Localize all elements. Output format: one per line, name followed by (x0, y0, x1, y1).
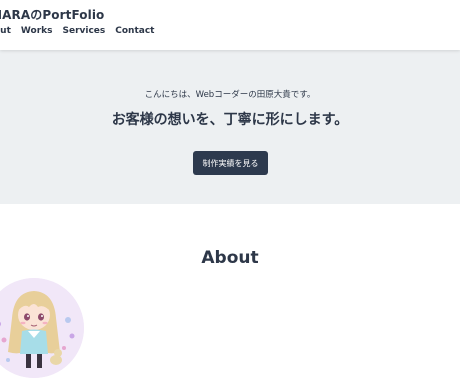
nav-link-works[interactable]: Works (21, 26, 53, 36)
view-works-button[interactable]: 制作実績を見る (193, 151, 268, 175)
nav-link-services[interactable]: Services (62, 26, 105, 36)
chibi-illustration (0, 278, 84, 378)
site-header: HARAのPortFolio out Works Services Contac… (0, 0, 460, 50)
site-logo[interactable]: HARAのPortFolio (0, 6, 104, 23)
nav-link-about[interactable]: out (0, 26, 11, 36)
hero-greeting: こんにちは、Webコーダーの田原大貴です。 (144, 90, 316, 100)
about-heading: About (201, 248, 259, 268)
main-nav: out Works Services Contact (0, 26, 154, 36)
profile-avatar (0, 278, 84, 378)
hero-section: こんにちは、Webコーダーの田原大貴です。 お客様の想いを、丁寧に形にします。 … (0, 50, 460, 204)
nav-link-contact[interactable]: Contact (115, 26, 154, 36)
hero-title: お客様の想いを、丁寧に形にします。 (111, 112, 349, 128)
